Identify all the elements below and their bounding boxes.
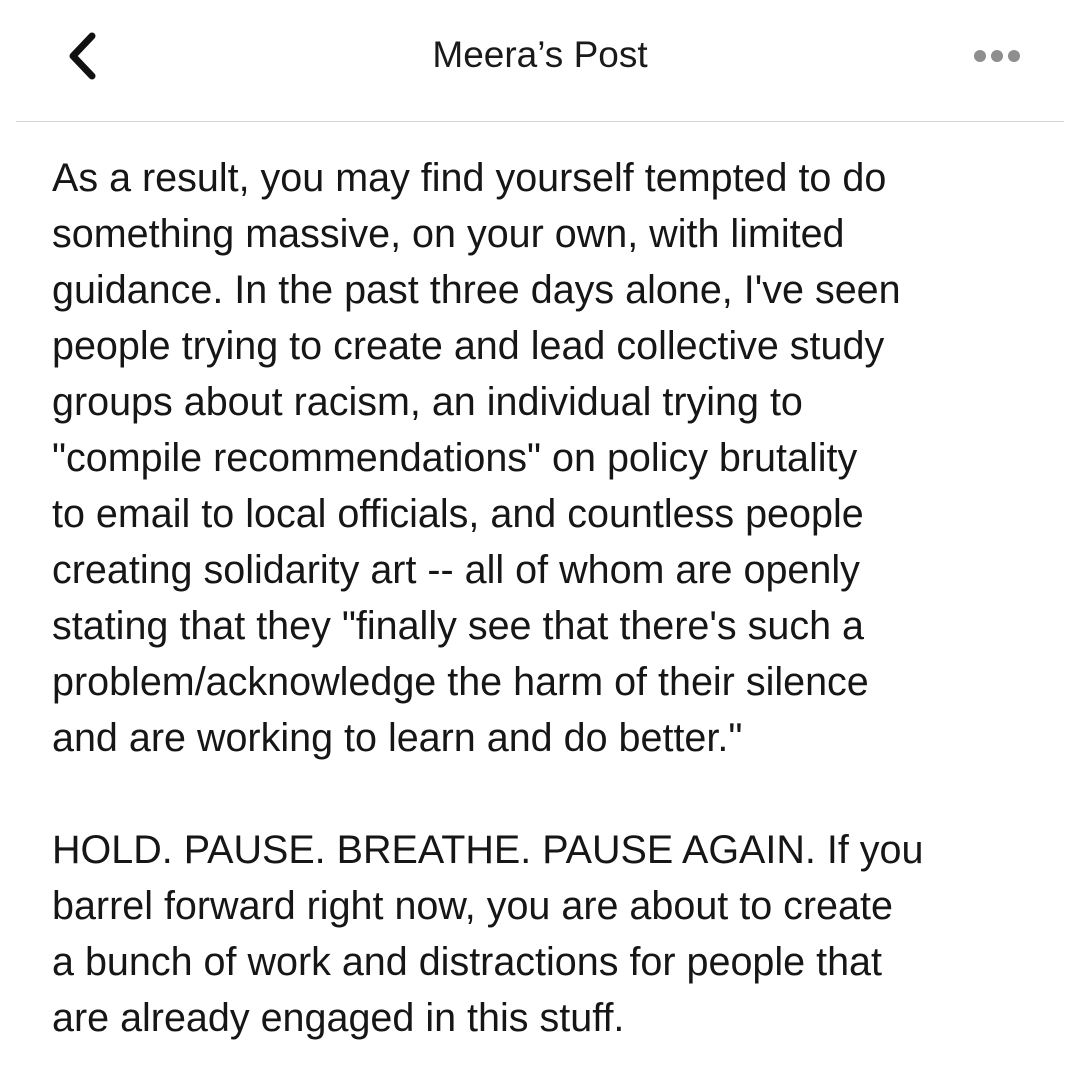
post-paragraph: HOLD. PAUSE. BREATHE. PAUSE AGAIN. If yo… bbox=[52, 828, 924, 1040]
post-paragraph: As a result, you may find yourself tempt… bbox=[52, 156, 901, 760]
more-options-button[interactable] bbox=[966, 40, 1028, 76]
navigation-header: Meera’s Post bbox=[0, 0, 1080, 122]
header-divider bbox=[16, 121, 1064, 122]
ellipsis-horizontal-icon bbox=[966, 40, 1028, 76]
post-body: As a result, you may find yourself tempt… bbox=[52, 150, 1052, 1046]
page-title: Meera’s Post bbox=[432, 34, 648, 75]
